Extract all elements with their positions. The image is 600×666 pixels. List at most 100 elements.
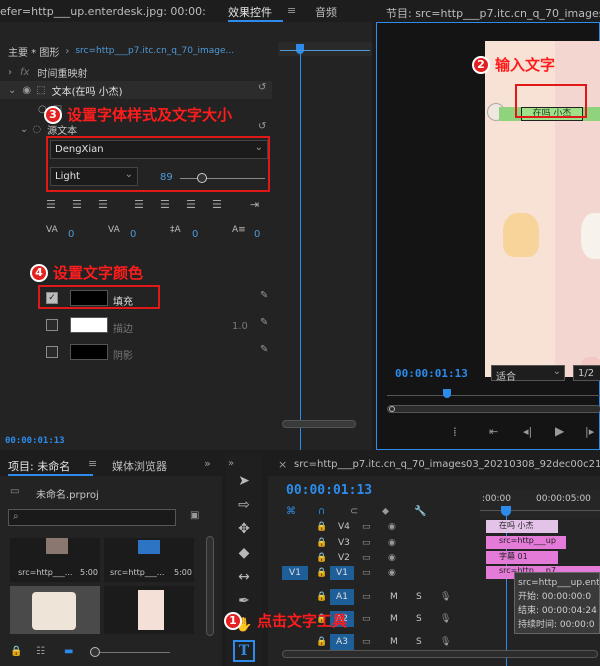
- film-icon[interactable]: ▭: [362, 538, 371, 548]
- clip-v2[interactable]: 字幕 01: [486, 551, 558, 564]
- transform-box-icon[interactable]: ⬚: [36, 85, 45, 96]
- solo-button[interactable]: S: [416, 592, 422, 602]
- menu-icon[interactable]: ≡: [287, 4, 296, 17]
- sync-lock-icon[interactable]: ▭: [362, 592, 371, 602]
- eye-icon[interactable]: ◉: [22, 85, 31, 96]
- lock-icon[interactable]: 🔒: [316, 592, 327, 602]
- fit-dropdown[interactable]: 适合 ⌄: [491, 365, 565, 383]
- linked-selection-icon[interactable]: ⊂: [350, 506, 358, 517]
- effects-tab[interactable]: 效果控件: [228, 4, 272, 20]
- chevron-right-icon[interactable]: ›: [8, 67, 12, 78]
- microphone-icon[interactable]: 🎙: [440, 592, 451, 602]
- justify-icon[interactable]: ☰: [134, 198, 144, 211]
- solo-button[interactable]: S: [416, 614, 422, 624]
- pen-tool-icon[interactable]: ✒: [233, 590, 255, 612]
- eyedropper-icon[interactable]: ✎: [260, 344, 268, 355]
- nest-icon[interactable]: ⌘: [286, 506, 296, 517]
- razor-tool-icon[interactable]: ◆: [233, 542, 255, 564]
- list-view-icon[interactable]: ☷: [36, 646, 45, 657]
- shadow-color-swatch[interactable]: [70, 344, 108, 360]
- shadow-checkbox[interactable]: [46, 346, 58, 358]
- stroke-width-value[interactable]: 1.0: [232, 321, 248, 332]
- lock-icon[interactable]: 🔒: [10, 646, 22, 657]
- mute-button[interactable]: M: [390, 637, 398, 647]
- film-icon[interactable]: ▭: [362, 568, 371, 578]
- lock-icon[interactable]: 🔒: [316, 637, 327, 647]
- chevron-double-right-icon[interactable]: »: [228, 458, 234, 469]
- track-label[interactable]: A3: [330, 634, 354, 650]
- tab-stops-icon[interactable]: ⇥: [250, 198, 259, 211]
- lock-icon[interactable]: 🔒: [316, 553, 327, 563]
- eye-icon[interactable]: ◉: [388, 522, 396, 532]
- marker-icon[interactable]: ⬥: [382, 506, 389, 517]
- step-forward-icon[interactable]: |▸: [585, 425, 594, 438]
- stopwatch-icon[interactable]: ◌: [32, 124, 41, 135]
- go-to-in-icon[interactable]: ⇤: [489, 425, 498, 438]
- kerning-value[interactable]: 0: [130, 229, 136, 240]
- master-label[interactable]: 主要 * 图形: [8, 44, 59, 59]
- resolution-dropdown[interactable]: 1/2: [573, 365, 600, 381]
- stroke-color-swatch[interactable]: [70, 317, 108, 333]
- chevron-right-icon[interactable]: ›: [65, 46, 69, 57]
- type-tool-icon[interactable]: T: [233, 640, 255, 662]
- microphone-icon[interactable]: 🎙: [440, 637, 451, 647]
- v1-source-patch[interactable]: V1: [282, 566, 308, 580]
- program-zoom-bar[interactable]: [387, 405, 600, 413]
- project-item-thumbnail[interactable]: [104, 586, 194, 634]
- justify-right-icon[interactable]: ☰: [186, 198, 196, 211]
- program-timecode[interactable]: 00:00:01:13: [395, 367, 468, 380]
- wrench-icon[interactable]: 🔧: [414, 506, 426, 517]
- step-back-icon[interactable]: ◂|: [523, 425, 532, 438]
- track-label[interactable]: V1: [330, 566, 354, 580]
- justify-all-icon[interactable]: ☰: [212, 198, 222, 211]
- program-scrubber[interactable]: [387, 395, 600, 396]
- close-icon[interactable]: ×: [278, 458, 287, 471]
- justify-center-icon[interactable]: ☰: [160, 198, 170, 211]
- tsume-value[interactable]: 0: [254, 229, 260, 240]
- program-title[interactable]: 节目: src=http___p7.itc.cn_q_70_images03_2…: [386, 5, 600, 21]
- project-item[interactable]: src=http___... 5:00: [104, 538, 194, 582]
- snap-icon[interactable]: ∩: [318, 506, 325, 517]
- timeline-timecode[interactable]: 00:00:01:13: [286, 483, 372, 498]
- audio-tab[interactable]: 音频: [315, 4, 337, 20]
- microphone-icon[interactable]: 🎙: [440, 614, 451, 624]
- ec-timecode[interactable]: 00:00:01:13: [5, 436, 65, 446]
- chevron-down-icon[interactable]: ⌄: [20, 124, 28, 135]
- timeline-scrollbar[interactable]: [282, 650, 598, 658]
- track-label[interactable]: A1: [330, 589, 354, 605]
- eye-icon[interactable]: ◉: [388, 568, 396, 578]
- mute-button[interactable]: M: [390, 614, 398, 624]
- lock-icon[interactable]: 🔒: [316, 522, 327, 532]
- thumbnail-size-slider[interactable]: [90, 652, 170, 653]
- align-right-icon[interactable]: ☰: [98, 198, 108, 211]
- ripple-edit-tool-icon[interactable]: ✥: [233, 518, 255, 540]
- clip-v3[interactable]: src=http___up: [486, 536, 566, 549]
- selection-tool-icon[interactable]: ➤: [233, 470, 255, 492]
- mark-in-icon[interactable]: ⁞: [453, 425, 457, 439]
- project-tab[interactable]: 项目: 未命名: [8, 458, 70, 474]
- eye-icon[interactable]: ◉: [388, 553, 396, 563]
- tracking-value[interactable]: 0: [68, 229, 74, 240]
- align-left-icon[interactable]: ☰: [46, 198, 56, 211]
- reset-icon[interactable]: ↺: [258, 121, 266, 132]
- mute-button[interactable]: M: [390, 592, 398, 602]
- project-item-thumbnail[interactable]: [10, 586, 100, 634]
- new-bin-icon[interactable]: ▣: [190, 510, 199, 521]
- stroke-checkbox[interactable]: [46, 319, 58, 331]
- baseline-value[interactable]: 0: [192, 229, 198, 240]
- program-playhead-icon[interactable]: [443, 389, 451, 398]
- timeline-ruler[interactable]: :00:00 00:00:05:00: [480, 490, 600, 518]
- eyedropper-icon[interactable]: ✎: [260, 317, 268, 328]
- eye-icon[interactable]: ◉: [388, 538, 396, 548]
- menu-icon[interactable]: ≡: [88, 457, 97, 470]
- ec-scrollbar[interactable]: [282, 420, 356, 428]
- timeline-tab[interactable]: src=http___p7.itc.cn_q_70_images03_20210…: [294, 459, 600, 470]
- track-select-tool-icon[interactable]: ⇨: [233, 494, 255, 516]
- source-monitor-tab[interactable]: efer=http___up.enterdesk.jpg: 00:00:00:0…: [0, 5, 205, 18]
- reset-icon[interactable]: ↺: [258, 82, 266, 93]
- sync-lock-icon[interactable]: ▭: [362, 614, 371, 624]
- align-center-icon[interactable]: ☰: [72, 198, 82, 211]
- chevron-double-right-icon[interactable]: »: [204, 457, 211, 470]
- lock-icon[interactable]: 🔒: [316, 538, 327, 548]
- chevron-down-icon[interactable]: ⌄: [8, 85, 16, 96]
